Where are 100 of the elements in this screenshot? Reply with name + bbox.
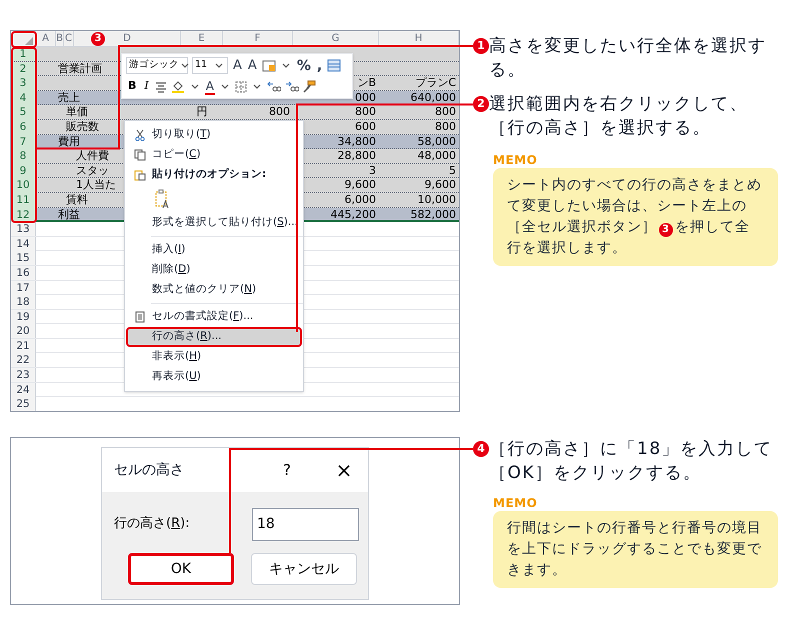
caret-icon <box>220 83 229 90</box>
step-text: 高さを変更したい行全体を選択する。 <box>489 35 768 82</box>
menu-label: 非表示(H) <box>152 349 202 364</box>
row-header[interactable]: 17 <box>11 280 36 294</box>
menu-item[interactable]: 数式と値のクリア(N) <box>126 280 302 300</box>
align-center-icon <box>154 80 167 92</box>
font-dropdown[interactable]: 游ゴシック <box>126 57 188 74</box>
menu-label: 削除(D) <box>152 262 190 278</box>
menu-item[interactable]: コピー(C) <box>126 145 302 165</box>
table-cell: 売上 <box>58 90 80 106</box>
menu-label: 挿入(I) <box>152 242 186 258</box>
row-header[interactable]: 20 <box>11 324 36 338</box>
row-header[interactable]: 15 <box>11 251 36 266</box>
table-cell: 単価 <box>66 105 88 120</box>
memo-text: 行間はシートの行番号と行番号の境目を上下にドラッグすることでも変更できます。 <box>507 519 763 580</box>
menu-label: セルの書式設定(F)... <box>152 309 254 324</box>
format-cells-icon <box>135 311 145 323</box>
table-cell: 640,000 <box>410 90 456 106</box>
table-cell: ンB <box>357 76 376 91</box>
memo-label: MEMO <box>493 152 538 168</box>
step-marker: 1 <box>473 38 489 54</box>
caret-icon <box>190 83 199 90</box>
dialog-title: セルの高さ <box>114 460 185 480</box>
caret-icon <box>215 62 223 69</box>
row-header[interactable]: 18 <box>11 295 36 310</box>
ok-button[interactable]: OK <box>128 553 234 585</box>
row-header[interactable]: 16 <box>11 266 36 280</box>
table-cell: 600 <box>355 120 376 135</box>
table-cell: 445,200 <box>330 208 376 222</box>
decrease-font-button[interactable]: A <box>246 58 258 74</box>
table-cell: 800 <box>435 105 456 120</box>
menu-item[interactable]: 非表示(H) <box>126 347 302 367</box>
table-cell: プランC <box>415 76 456 91</box>
row-header[interactable]: 21 <box>11 338 36 353</box>
table-cell: 5 <box>449 164 456 178</box>
decrease-decimal-icon <box>284 80 299 92</box>
close-button[interactable]: × <box>330 460 358 480</box>
font-color-button[interactable]: A <box>204 78 215 94</box>
paintbrush-icon <box>302 80 316 93</box>
menu-item[interactable]: セルの書式設定(F)... <box>126 307 302 327</box>
increase-decimal-icon <box>266 80 281 92</box>
increase-font-button[interactable]: A <box>232 58 243 74</box>
menu-item[interactable]: 切り取り(T) <box>126 125 302 145</box>
fill-color-icon <box>170 80 185 93</box>
row-header[interactable]: 23 <box>11 368 36 382</box>
table-cell: 費用 <box>58 134 80 150</box>
table-cell: 人件費 <box>76 149 109 164</box>
row-header[interactable]: 22 <box>11 353 36 368</box>
input-field[interactable]: 18 <box>252 508 359 540</box>
table-cell: 10,000 <box>418 192 456 208</box>
step-text: 選択範囲内を右クリックして、［行の高さ］を選択する。 <box>489 93 749 140</box>
table-cell: 48,000 <box>418 149 456 164</box>
bold-button[interactable]: B <box>126 78 138 95</box>
table-cell: 9,600 <box>344 178 376 193</box>
step-text: ［行の高さ］に「18」を入力して［OK］をクリックする。 <box>489 438 774 485</box>
dropdown-value: 11 <box>195 58 208 72</box>
step-marker: 4 <box>473 441 489 457</box>
cancel-button[interactable]: キャンセル <box>251 553 357 585</box>
table-cell: 円 <box>196 105 208 120</box>
format-button[interactable]: , <box>316 58 324 74</box>
caret-icon <box>252 83 261 90</box>
table-cell: 800 <box>269 105 290 120</box>
clipboard-icon <box>155 189 169 209</box>
italic-button[interactable]: I <box>142 78 151 95</box>
menu-item[interactable]: 貼り付けのオプション: <box>126 165 302 185</box>
menu-label: 貼り付けのオプション: <box>152 167 266 182</box>
clipboard-icon <box>134 169 146 181</box>
menu-item[interactable]: 行の高さ(R)... <box>126 327 302 347</box>
scissors-icon <box>135 129 145 141</box>
row-header[interactable]: 14 <box>11 236 36 251</box>
field-label: 行の高さ(R): <box>114 515 191 534</box>
caret-icon <box>282 62 290 69</box>
format-button[interactable]: % <box>296 58 312 74</box>
step-marker: 2 <box>473 96 489 112</box>
row-header[interactable]: 19 <box>11 310 36 324</box>
table-cell: 営業計画 <box>58 62 102 76</box>
table-cell: 1人当た <box>76 178 116 193</box>
table-cell: 賃料 <box>66 192 88 208</box>
menu-item[interactable]: 再表示(U) <box>126 367 302 387</box>
table-cell: 販売数 <box>66 120 99 135</box>
table-cell: 3 <box>369 164 376 178</box>
table-cell: 6,000 <box>344 192 376 208</box>
table-cell: 28,800 <box>338 149 376 164</box>
cell-style-icon <box>262 60 276 72</box>
memo-label: MEMO <box>493 495 538 511</box>
help-button[interactable]: ? <box>272 458 302 482</box>
menu-label: 再表示(U) <box>152 369 201 384</box>
table-cell: 58,000 <box>418 134 456 150</box>
menu-item[interactable]: 挿入(I) <box>126 240 302 260</box>
row-header[interactable]: 24 <box>11 382 36 397</box>
table-cell: 800 <box>435 120 456 135</box>
row-header[interactable]: 13 <box>11 222 36 236</box>
menu-item[interactable]: 削除(D) <box>126 260 302 280</box>
table-cell: スタッ <box>76 164 109 178</box>
dropdown-value: 游ゴシック <box>129 58 179 72</box>
table-cell: 34,800 <box>338 134 376 150</box>
memo-text: シート内のすべての行の高さをまとめて変更したい場合は、シート左上の［全セル選択ボタン］ 3 を押して全行を選択します。 <box>507 176 763 258</box>
row-header[interactable]: 25 <box>11 397 36 411</box>
font-dropdown[interactable]: 11 <box>192 57 228 74</box>
table-cell: 9,600 <box>424 178 456 193</box>
